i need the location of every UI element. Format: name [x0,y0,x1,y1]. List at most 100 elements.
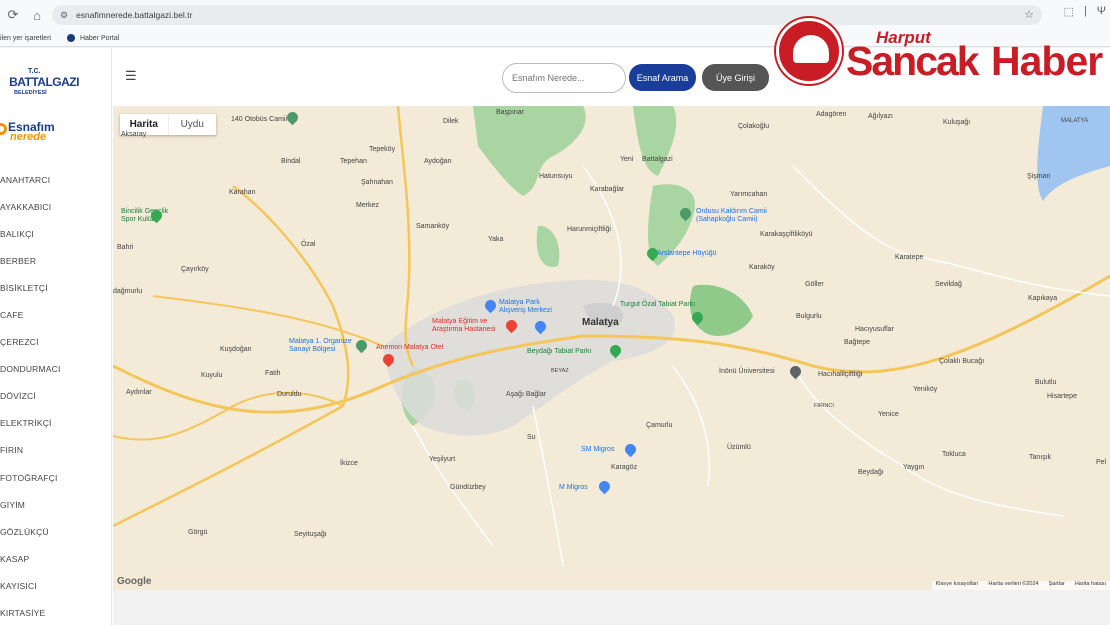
sidebar-category-item[interactable]: BERBER [0,247,112,274]
poi-label: (Sahapkoğlu Camii) [696,216,758,223]
place-label: Yeniköy [913,386,938,393]
sidebar-category-item[interactable]: FIRIN [0,437,112,464]
place-label: Yenice [878,411,899,418]
place-label: Tepehan [340,158,367,165]
home-icon[interactable]: ⌂ [26,4,48,26]
sidebar-category-item[interactable]: CAFE [0,301,112,328]
place-label: Çayırköy [181,266,209,273]
place-label: FIRINCI [814,403,834,409]
place-label: Yaka [488,236,504,243]
place-label: Görgü [188,529,208,536]
esnafim-nerede-logo[interactable]: Esnafım nerede [0,120,80,143]
sidebar-category-item[interactable]: DÖVİZCİ [0,383,112,410]
map-footer-shortcuts[interactable]: Klavye kısayolları [936,581,979,590]
poi-label[interactable]: Ordusu Kaldırım Camii [696,208,767,215]
poi-label[interactable]: Arslantepe Höyüğü [657,250,717,257]
sidebar-category-item[interactable]: BİSİKLETÇİ [0,274,112,301]
poi-label[interactable]: SM Migros [581,446,614,453]
bookmark-label: Haber Portal [79,34,120,42]
map-footer-terms[interactable]: Şartlar [1049,581,1065,590]
split-icon[interactable]: | [1084,5,1087,18]
poi-label[interactable]: Anemon Malatya Otel [376,344,443,351]
city-label: Malatya [582,317,619,328]
poi-label: Alışveriş Merkezi [499,307,552,314]
sidebar-category-item[interactable]: GİYİM [0,491,112,518]
place-label: Tepeköy [369,146,396,153]
place-label: Bağtepe [844,339,871,346]
place-label: Şahnahan [361,179,393,186]
place-label: 140 Otobüs Camii [231,116,288,123]
place-label: Yaygın [903,464,925,471]
location-icon [0,123,7,135]
municipality-logo[interactable]: BATTALGAZI [0,75,88,89]
place-label: Kuyulu [201,372,223,379]
place-label: Battalgazi [642,156,673,163]
poi-label[interactable]: M Migros [559,484,588,491]
place-label: Ağılyazı [868,113,893,120]
login-button[interactable]: Üye Girişi [702,64,769,91]
category-list: ANAHTARCI AYAKKABICI BALIKÇI BERBER BİSİKLET… [0,166,112,625]
place-label: Çamurlu [646,422,673,429]
sidebar-category-item[interactable]: FOTOĞRAFÇI [0,464,112,491]
place-label: Çolakoğlu [738,123,770,130]
sidebar-category-item[interactable]: KIRTASİYE [0,600,112,625]
map-type-uydu[interactable]: Uydu [167,114,217,135]
logo-tc: T.C. [28,68,41,75]
bookmark-haber-portal[interactable]: Haber Portal [66,34,120,42]
place-label: Bindal [281,158,301,165]
place-label: Tanışık [1029,454,1052,461]
watermark-harput: Harput [876,28,931,47]
poi-label[interactable]: Malatya Eğitim ve [432,318,487,325]
poi-label[interactable]: Malatya Park [499,299,540,306]
sidebar-category-item[interactable]: KASAP [0,545,112,572]
place-label: BEYAZ [551,368,569,374]
sidebar-category-item[interactable]: KAYISICI [0,572,112,599]
poi-label[interactable]: Turgut Özal Tabiat Parkı [620,301,695,308]
url-text: esnafimnerede.battalgazi.bel.tr [76,10,193,20]
sidebar-category-item[interactable]: GÖZLÜKÇÜ [0,518,112,545]
watermark-logo: Sancak Haber Harput [776,18,1110,90]
place-label: Yeşilyurt [429,456,456,463]
place-label: Aşağı Bağlar [506,391,547,398]
extensions-icon[interactable]: ⬚ [1064,5,1074,18]
poi-label[interactable]: Malatya 1. Organize [289,338,352,345]
sidebar-category-item[interactable]: ANAHTARCI [0,166,112,193]
place-label: Karahan [229,189,256,196]
map-footer-data: Harita verileri ©2024 [988,581,1039,587]
place-label: Seyituşağı [294,531,327,538]
place-label: MALATYA [1061,118,1089,124]
poi-label[interactable]: Beydağı Tabiat Parkı [527,348,591,355]
place-label: Göller [805,281,824,288]
sidebar-category-item[interactable]: BALIKÇI [0,220,112,247]
sidebar-category-item[interactable]: ELEKTRİKÇİ [0,410,112,437]
place-label: Bulutlu [1035,379,1057,386]
bookmark-other[interactable]: ilen yer işaretleri [0,35,51,42]
place-label: Su [527,434,536,441]
sidebar-category-item[interactable]: ÇEREZCİ [0,329,112,356]
place-label: Hacıyusuflar [855,326,894,333]
place-label: Beydağı [858,469,884,476]
search-input[interactable] [502,63,626,93]
sidebar-category-item[interactable]: AYAKKABICI [0,193,112,220]
profile-icon[interactable]: Ψ [1097,5,1106,18]
bookmark-label: ilen yer işaretleri [0,34,51,42]
place-label: Aydoğan [424,158,452,165]
place-label: Karaköy [749,264,775,271]
place-label: Çolaklı Bucağı [939,358,985,365]
place-label: Karagöz [611,464,638,471]
place-label: Karakaşçiftliköyü [760,231,813,238]
site-info-icon[interactable]: ⚙ [60,10,68,21]
poi-label: Sanayi Bölgesi [289,346,336,353]
hamburger-menu-icon[interactable]: ☰ [125,68,137,84]
place-label: Şişman [1027,173,1051,180]
globe-icon [66,34,75,42]
map-footer-report[interactable]: Harita hatası [1075,581,1106,590]
map[interactable]: Harita Uydu Aksaray 140 Otobüs Camii Dil… [113,106,1110,590]
reload-icon[interactable]: ⟳ [2,4,24,26]
search-button[interactable]: Esnaf Arama [629,64,696,91]
place-label: Hatunsuyu [539,173,573,180]
place-label: Tokluca [942,451,966,458]
place-label: Samanköy [416,223,450,230]
place-label: Kapıkaya [1028,295,1058,302]
sidebar-category-item[interactable]: DONDURMACI [0,356,112,383]
